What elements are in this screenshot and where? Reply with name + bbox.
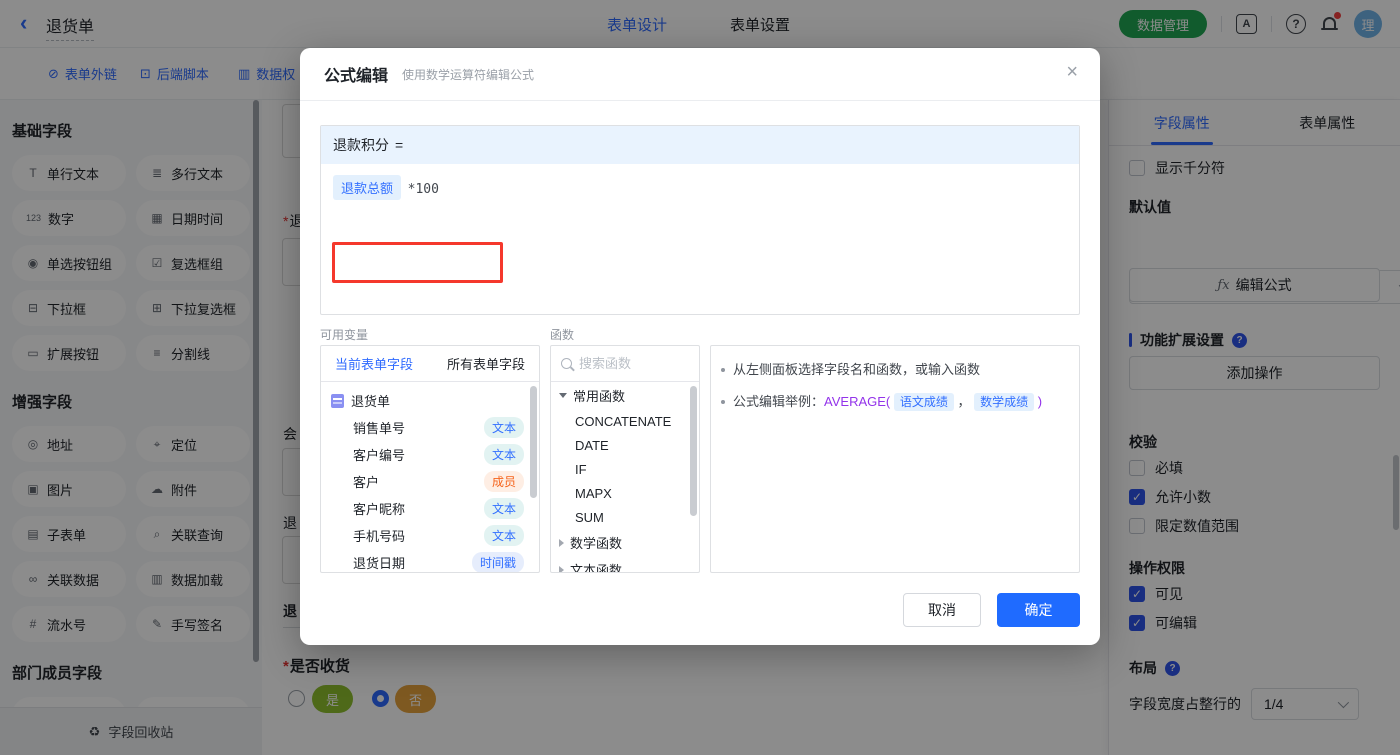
root-form-name: 退货单 bbox=[351, 394, 391, 409]
example-field-chip: 语文成绩 bbox=[893, 393, 954, 411]
variables-panel: 当前表单字段 所有表单字段 退货单 销售单号 文本 客户编号 文本 客户 成员 … bbox=[320, 345, 540, 573]
variable-name: 手机号码 bbox=[353, 529, 406, 544]
variables-label: 可用变量 bbox=[320, 328, 369, 342]
formula-help-panel: 从左侧面板选择字段名和函数，或输入函数 公式编辑举例：AVERAGE( 语文成绩… bbox=[710, 345, 1080, 573]
function-group-common[interactable]: 常用函数 bbox=[551, 382, 699, 409]
caret-down-icon bbox=[559, 393, 567, 398]
function-item-if[interactable]: IF bbox=[551, 457, 699, 481]
variable-row-customer-no[interactable]: 客户编号 文本 bbox=[321, 441, 539, 468]
formula-target-strip: 退款积分 = bbox=[321, 126, 1079, 164]
variables-list: 退货单 销售单号 文本 客户编号 文本 客户 成员 客户昵称 文本 手机号码 文… bbox=[321, 382, 539, 572]
type-tag: 文本 bbox=[483, 525, 524, 546]
variable-name: 销售单号 bbox=[353, 421, 406, 436]
form-doc-icon bbox=[331, 393, 344, 408]
modal-header: 公式编辑 使用数学运算符编辑公式 × bbox=[300, 48, 1100, 101]
formula-edit-modal: 公式编辑 使用数学运算符编辑公式 × 退款积分 = 退款总额 *100 可用变量… bbox=[300, 48, 1100, 645]
function-search-input[interactable] bbox=[579, 356, 679, 371]
group-label: 常用函数 bbox=[573, 389, 626, 404]
function-search-row bbox=[551, 346, 699, 382]
formula-input-area[interactable]: 退款总额 *100 bbox=[321, 164, 1079, 211]
help-line-2: 公式编辑举例：AVERAGE( 语文成绩 ， 数学成绩 ) bbox=[721, 392, 1065, 412]
function-item-date[interactable]: DATE bbox=[551, 433, 699, 457]
help-line-1: 从左侧面板选择字段名和函数，或输入函数 bbox=[721, 360, 1065, 380]
variables-root-node[interactable]: 退货单 bbox=[321, 387, 539, 414]
variable-row-phone[interactable]: 手机号码 文本 bbox=[321, 522, 539, 549]
type-tag: 文本 bbox=[483, 444, 524, 465]
modal-title: 公式编辑 bbox=[324, 68, 389, 85]
confirm-button[interactable]: 确定 bbox=[997, 593, 1080, 627]
caret-right-icon bbox=[559, 565, 564, 572]
bullet-dot bbox=[721, 368, 725, 372]
type-tag: 文本 bbox=[483, 498, 524, 519]
variable-name: 客户昵称 bbox=[353, 502, 406, 517]
example-prefix: 公式编辑举例： bbox=[733, 394, 825, 409]
variable-row-sales-no[interactable]: 销售单号 文本 bbox=[321, 414, 539, 441]
close-icon[interactable]: × bbox=[1066, 62, 1078, 82]
formula-expression-text: *100 bbox=[407, 182, 439, 197]
group-label: 文本函数 bbox=[570, 563, 623, 573]
variables-tabs: 当前表单字段 所有表单字段 bbox=[321, 346, 539, 382]
function-group-math[interactable]: 数学函数 bbox=[551, 529, 699, 556]
function-group-text[interactable]: 文本函数 bbox=[551, 556, 699, 573]
example-comma: ， bbox=[957, 394, 971, 409]
variable-row-nickname[interactable]: 客户昵称 文本 bbox=[321, 495, 539, 522]
group-label: 数学函数 bbox=[570, 536, 623, 551]
field-token-chip[interactable]: 退款总额 bbox=[333, 175, 402, 200]
function-item-mapx[interactable]: MAPX bbox=[551, 481, 699, 505]
example-function-open: AVERAGE( bbox=[824, 394, 891, 409]
bullet-dot bbox=[721, 400, 725, 404]
variable-name: 客户 bbox=[353, 475, 380, 490]
cancel-button[interactable]: 取消 bbox=[903, 593, 981, 627]
example-field-chip: 数学成绩 bbox=[974, 393, 1035, 411]
example-function-close: ) bbox=[1037, 394, 1043, 409]
variable-row-customer[interactable]: 客户 成员 bbox=[321, 468, 539, 495]
type-tag: 文本 bbox=[483, 417, 524, 438]
formula-editor: 退款积分 = 退款总额 *100 bbox=[320, 125, 1080, 315]
variable-name: 退货日期 bbox=[353, 556, 406, 571]
function-item-concatenate[interactable]: CONCATENATE bbox=[551, 409, 699, 433]
variable-row-return-date[interactable]: 退货日期 时间戳 bbox=[321, 549, 539, 572]
app-window: ‹ 退货单 表单设计 表单设置 数据管理 A ? 理 ⊘ 表单外链 ⊡ 后端脚本 bbox=[0, 0, 1400, 755]
equals-sign: = bbox=[395, 137, 404, 153]
functions-label: 函数 bbox=[550, 328, 575, 342]
modal-subtitle: 使用数学运算符编辑公式 bbox=[402, 67, 535, 82]
type-tag: 成员 bbox=[483, 471, 524, 492]
tab-current-form-fields[interactable]: 当前表单字段 bbox=[335, 354, 413, 373]
variables-scrollbar[interactable] bbox=[530, 386, 537, 498]
formula-target-field: 退款积分 bbox=[333, 137, 389, 153]
tab-all-form-fields[interactable]: 所有表单字段 bbox=[447, 354, 525, 373]
red-annotation-box bbox=[332, 242, 503, 283]
functions-scrollbar[interactable] bbox=[690, 386, 697, 516]
search-icon bbox=[561, 358, 572, 369]
caret-right-icon bbox=[559, 538, 564, 547]
variable-name: 客户编号 bbox=[353, 448, 406, 463]
function-item-sum[interactable]: SUM bbox=[551, 505, 699, 529]
type-tag: 时间戳 bbox=[471, 552, 524, 572]
functions-panel: 常用函数 CONCATENATE DATE IF MAPX SUM 数学函数 文… bbox=[550, 345, 700, 573]
